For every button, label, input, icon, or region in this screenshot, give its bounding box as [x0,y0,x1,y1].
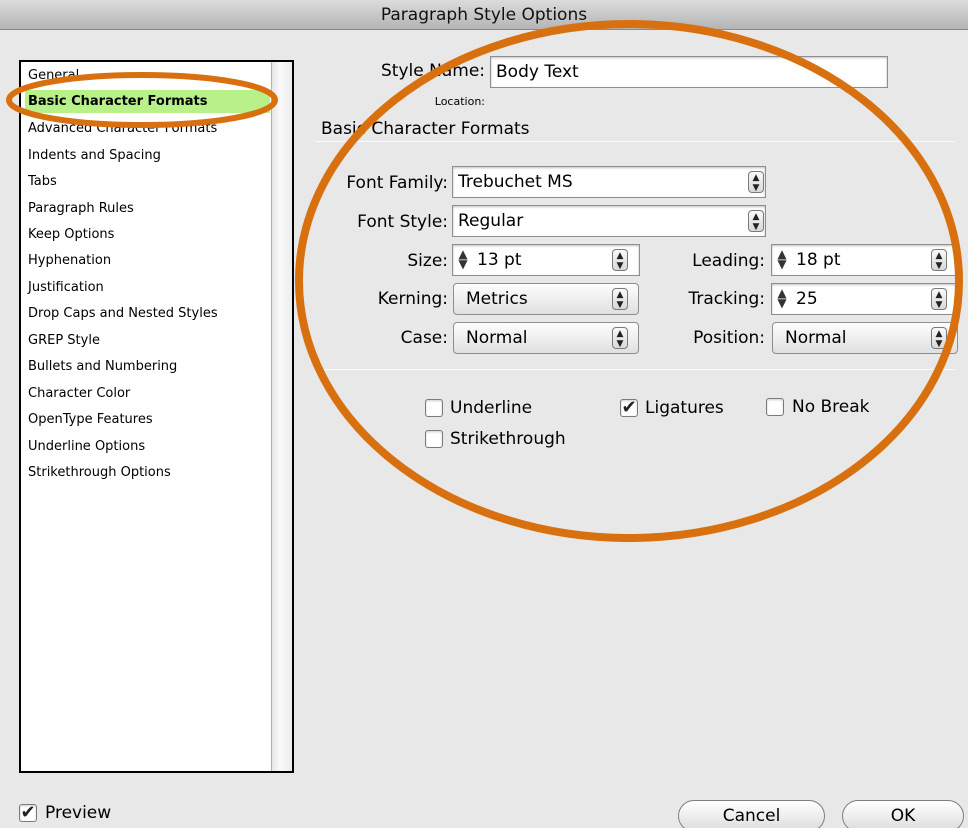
style-name-field[interactable]: Body Text [490,56,888,88]
popup-updown-icon[interactable]: ▲ ▼ [931,288,947,310]
section-divider [315,141,955,142]
sidebar-item-basic-character-formats[interactable]: Basic Character Formats [25,90,270,113]
font-family-field[interactable]: Trebuchet MS [452,166,766,198]
underline-checkbox[interactable] [425,399,443,417]
options-divider [315,369,955,370]
underline-label: Underline [450,398,533,418]
leading-label: Leading: [692,251,765,271]
stepper-arrows-icon[interactable]: ▲ ▼ [775,248,789,270]
size-value: 13 pt [477,250,522,270]
ligatures-checkbox[interactable]: ✔ [620,399,638,417]
preview-checkbox[interactable]: ✔ [19,804,37,822]
popup-updown-icon[interactable]: ▲ ▼ [612,249,628,271]
no-break-checkbox[interactable] [766,398,784,416]
sidebar-item-tabs[interactable]: Tabs [25,170,270,193]
font-style-label: Font Style: [357,212,448,232]
sidebar-item-hyphenation[interactable]: Hyphenation [25,249,270,272]
sidebar-item-strikethrough-options[interactable]: Strikethrough Options [25,461,270,484]
ok-button[interactable]: OK [842,800,964,828]
stepper-arrows-icon[interactable]: ▲ ▼ [775,287,789,309]
sidebar-item-paragraph-rules[interactable]: Paragraph Rules [25,197,270,220]
leading-value: 18 pt [796,250,841,270]
cancel-button[interactable]: Cancel [678,800,825,828]
stepper-arrows-icon[interactable]: ▲ ▼ [456,248,470,270]
size-label: Size: [407,251,448,271]
sidebar-item-indents-and-spacing[interactable]: Indents and Spacing [25,144,270,167]
sidebar-item-grep-style[interactable]: GREP Style [25,329,270,352]
strikethrough-label: Strikethrough [450,429,566,449]
case-label: Case: [400,328,448,348]
sidebar-item-drop-caps[interactable]: Drop Caps and Nested Styles [25,302,270,325]
no-break-label: No Break [792,397,870,417]
popup-updown-icon[interactable]: ▲ ▼ [612,327,628,349]
popup-updown-icon[interactable]: ▲ ▼ [612,288,628,310]
sidebar-item-opentype-features[interactable]: OpenType Features [25,408,270,431]
font-family-label: Font Family: [346,173,448,193]
sidebar-item-keep-options[interactable]: Keep Options [25,223,270,246]
style-name-label: Style Name: [381,61,485,81]
sidebar-item-character-color[interactable]: Character Color [25,382,270,405]
sidebar-item-general[interactable]: General [25,64,270,87]
tracking-label: Tracking: [688,289,766,309]
popup-updown-icon[interactable]: ▲ ▼ [748,171,764,193]
section-title: Basic Character Formats [321,119,530,139]
sidebar-item-advanced-character-formats[interactable]: Advanced Character Formats [25,117,270,140]
location-label: Location: [434,95,485,108]
checkmark-icon: ✔ [621,397,637,418]
popup-updown-icon[interactable]: ▲ ▼ [931,249,947,271]
tracking-value: 25 [796,289,818,309]
popup-updown-icon[interactable]: ▲ ▼ [748,210,764,232]
preview-label: Preview [45,803,112,823]
sidebar-scrollbar[interactable] [271,62,292,771]
checkmark-icon: ✔ [20,802,36,823]
kerning-label: Kerning: [377,289,448,309]
popup-updown-icon[interactable]: ▲ ▼ [931,327,947,349]
sidebar-item-justification[interactable]: Justification [25,276,270,299]
sidebar-item-bullets-and-numbering[interactable]: Bullets and Numbering [25,355,270,378]
window-title: Paragraph Style Options [0,0,968,30]
category-list[interactable]: General Basic Character Formats Advanced… [19,60,294,773]
sidebar-item-underline-options[interactable]: Underline Options [25,435,270,458]
ligatures-label: Ligatures [645,398,724,418]
position-label: Position: [693,328,765,348]
font-style-field[interactable]: Regular [452,205,766,237]
strikethrough-checkbox[interactable] [425,430,443,448]
